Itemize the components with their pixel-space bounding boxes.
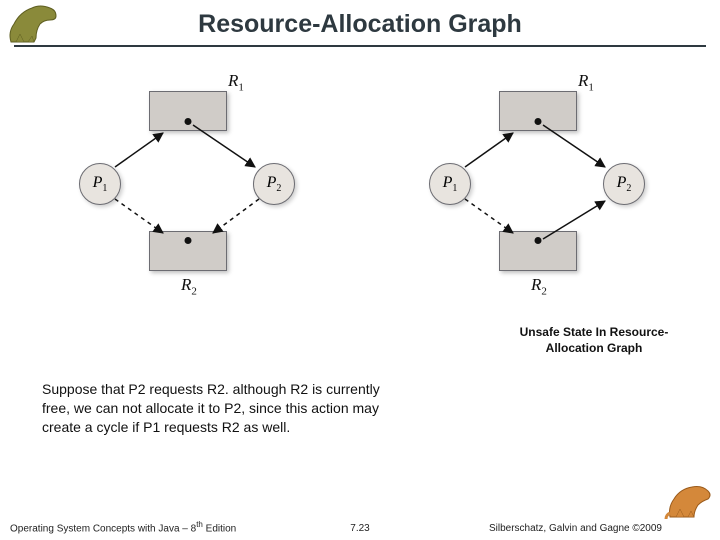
page-title: Resource-Allocation Graph (20, 10, 700, 39)
slide: Resource-Allocation Graph R1 P1 P2 R2 (0, 0, 720, 540)
resource-r2-box (499, 231, 577, 271)
resource-dot-icon (535, 237, 542, 244)
process-p1: P1 (79, 163, 121, 205)
diagram-left: R1 P1 P2 R2 (45, 69, 325, 289)
resource-dot-icon (535, 118, 542, 125)
resource-r1-box (499, 91, 577, 131)
footer-left: Operating System Concepts with Java – 8t… (10, 520, 236, 534)
resource-r1-box (149, 91, 227, 131)
diagram-right: R1 P1 P2 R2 (395, 69, 675, 289)
right-diagram-caption: Unsafe State In Resource-Allocation Grap… (494, 325, 694, 356)
resource-r1-label: R1 (578, 71, 594, 93)
diagram-row: R1 P1 P2 R2 (0, 47, 720, 289)
dinosaur-right-icon (664, 477, 716, 526)
process-p2: P2 (253, 163, 295, 205)
resource-r2-label: R2 (181, 275, 197, 297)
resource-dot-icon (185, 237, 192, 244)
dinosaur-left-icon (6, 2, 66, 49)
header: Resource-Allocation Graph (0, 0, 720, 43)
body-paragraph: Suppose that P2 requests R2. although R2… (42, 380, 402, 437)
resource-r2-label: R2 (531, 275, 547, 297)
resource-r1-label: R1 (228, 71, 244, 93)
footer-page-number: 7.23 (350, 523, 369, 534)
resource-r2-box (149, 231, 227, 271)
footer: Operating System Concepts with Java – 8t… (0, 520, 720, 534)
process-p1: P1 (429, 163, 471, 205)
resource-dot-icon (185, 118, 192, 125)
process-p2: P2 (603, 163, 645, 205)
